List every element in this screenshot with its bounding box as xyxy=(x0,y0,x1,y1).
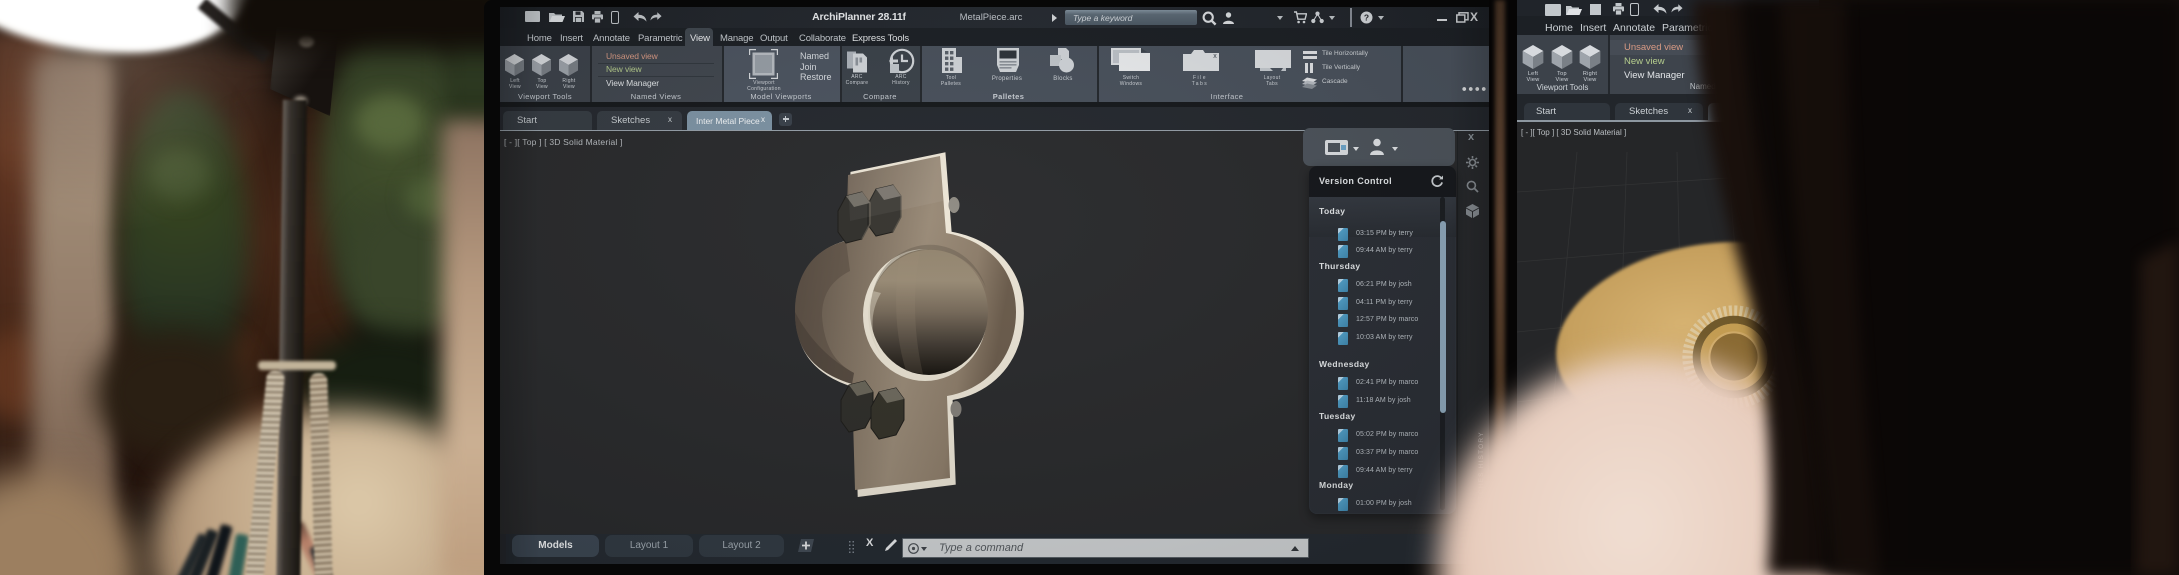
svg-text:x: x xyxy=(1213,53,1217,60)
svg-text:?: ? xyxy=(1364,12,1369,22)
